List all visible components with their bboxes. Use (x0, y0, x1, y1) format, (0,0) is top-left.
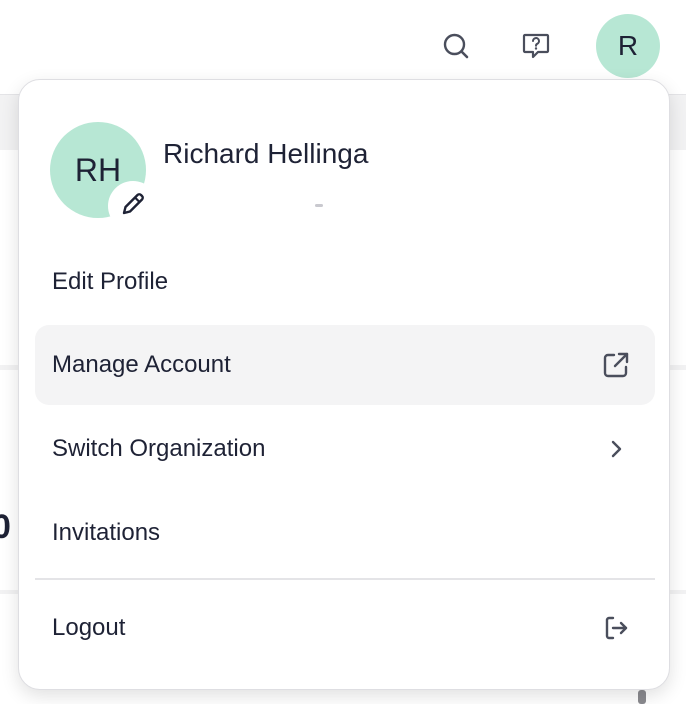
menu-divider (35, 578, 655, 580)
profile-initials: RH (74, 151, 122, 188)
help-chat-icon[interactable] (520, 30, 552, 62)
pencil-icon (118, 189, 148, 224)
menu-item-invitations[interactable]: Invitations (35, 493, 655, 573)
menu-item-label: Invitations (52, 519, 161, 546)
menu-item-edit-profile[interactable]: Edit Profile (35, 242, 655, 322)
scrollbar-thumb[interactable] (638, 690, 646, 704)
menu-item-manage-account[interactable]: Manage Account (35, 325, 655, 405)
menu-item-label: Edit Profile (52, 268, 169, 295)
profile-dropdown: RH Richard Hellinga Edit Profile Manage … (18, 79, 670, 690)
background-metric: 0 (0, 508, 11, 546)
logout-icon (599, 611, 633, 645)
chevron-right-icon (599, 432, 633, 466)
search-icon[interactable] (440, 30, 472, 62)
menu-item-switch-organization[interactable]: Switch Organization (35, 409, 655, 489)
profile-name: Richard Hellinga (163, 138, 369, 169)
profile-subtitle (315, 204, 323, 207)
avatar-initial: R (617, 30, 639, 61)
menu-item-logout[interactable]: Logout (35, 588, 655, 668)
user-avatar-button[interactable]: R (596, 14, 660, 78)
menu-item-label: Manage Account (52, 351, 231, 378)
edit-avatar-button[interactable] (108, 181, 158, 231)
menu-item-label: Switch Organization (52, 435, 266, 462)
external-link-icon (599, 348, 633, 382)
menu-item-label: Logout (52, 614, 126, 641)
